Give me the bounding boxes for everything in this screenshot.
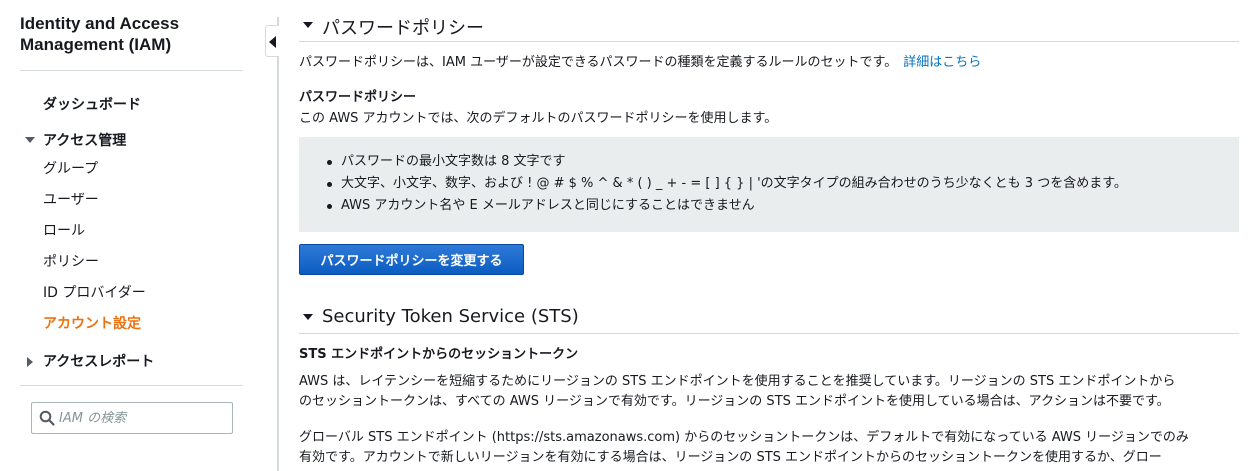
- sts-paragraph-1-line-2: のセッショントークンは、すべての AWS リージョンで有効です。リージョンの S…: [299, 394, 1170, 409]
- sidebar-item-roles[interactable]: ロール: [43, 220, 85, 240]
- section-title: Security Token Service (STS): [322, 306, 579, 327]
- password-policy-description: パスワードポリシーは、IAM ユーザーが設定できるパスワードの種類を定義するルー…: [299, 55, 898, 70]
- chevron-down-icon[interactable]: [25, 137, 35, 143]
- search-field[interactable]: [31, 402, 233, 434]
- panel-splitter[interactable]: [277, 17, 279, 471]
- learn-more-link[interactable]: 詳細はこちら: [903, 55, 981, 70]
- password-policy-description-line: パスワードポリシーは、IAM ユーザーが設定できるパスワードの種類を定義するルー…: [299, 53, 981, 72]
- sidebar-item-groups[interactable]: グループ: [43, 158, 98, 178]
- sidebar: Identity and Access Management (IAM) ダッシ…: [0, 0, 262, 471]
- default-policy-text: この AWS アカウントでは、次のデフォルトのパスワードポリシーを使用します。: [299, 111, 778, 126]
- sts-header[interactable]: Security Token Service (STS): [299, 304, 1239, 334]
- section-title: パスワードポリシー: [322, 18, 484, 39]
- policy-rules-box: パスワードの最小文字数は 8 文字です 大文字、小文字、数字、および ! @ #…: [299, 137, 1239, 232]
- section-divider: [299, 333, 1239, 334]
- password-policy-subheading: パスワードポリシー: [299, 90, 417, 105]
- chevron-down-icon[interactable]: [303, 314, 313, 320]
- list-item: AWS アカウント名や E メールアドレスと同じにすることはできません: [321, 195, 1127, 217]
- sidebar-divider: [20, 385, 243, 386]
- sts-paragraph-2-line-2: 有効です。アカウントで新しいリージョンを有効にする場合は、リージョンの STS …: [299, 450, 1162, 465]
- sidebar-item-account-settings[interactable]: アカウント設定: [43, 313, 141, 333]
- section-divider: [299, 41, 1239, 42]
- search-input[interactable]: [59, 407, 227, 429]
- main-content: パスワードポリシー パスワードポリシーは、IAM ユーザーが設定できるパスワード…: [299, 0, 1239, 471]
- sts-paragraph-1-line-1: AWS は、レイテンシーを短縮するためにリージョンの STS エンドポイントを使…: [299, 374, 1176, 389]
- sts-subheading: STS エンドポイントからのセッショントークン: [299, 347, 579, 362]
- sidebar-title[interactable]: Identity and Access Management (IAM): [20, 13, 250, 55]
- list-item: パスワードの最小文字数は 8 文字です: [321, 151, 1127, 173]
- sidebar-item-dashboard[interactable]: ダッシュボード: [43, 94, 141, 114]
- sidebar-divider: [20, 70, 243, 71]
- sidebar-item-users[interactable]: ユーザー: [43, 189, 99, 209]
- chevron-down-icon[interactable]: [303, 22, 313, 28]
- collapse-left-icon: [269, 36, 276, 48]
- sidebar-group-access-management[interactable]: アクセス管理: [43, 130, 126, 150]
- collapse-sidebar-button[interactable]: [265, 25, 279, 57]
- policy-rules-list: パスワードの最小文字数は 8 文字です 大文字、小文字、数字、および ! @ #…: [321, 151, 1127, 217]
- sidebar-item-policies[interactable]: ポリシー: [43, 251, 99, 271]
- search-icon: [39, 410, 55, 426]
- sidebar-item-identity-providers[interactable]: ID プロバイダー: [43, 282, 146, 302]
- password-policy-header[interactable]: パスワードポリシー: [299, 12, 1239, 42]
- sts-paragraph-2-line-1: グローバル STS エンドポイント (https://sts.amazonaws…: [299, 430, 1189, 445]
- list-item: 大文字、小文字、数字、および ! @ # $ % ^ & * ( ) _ + -…: [321, 173, 1127, 195]
- sidebar-group-access-reports[interactable]: アクセスレポート: [43, 351, 154, 371]
- chevron-right-icon[interactable]: [27, 357, 33, 367]
- change-password-policy-button[interactable]: パスワードポリシーを変更する: [299, 244, 524, 275]
